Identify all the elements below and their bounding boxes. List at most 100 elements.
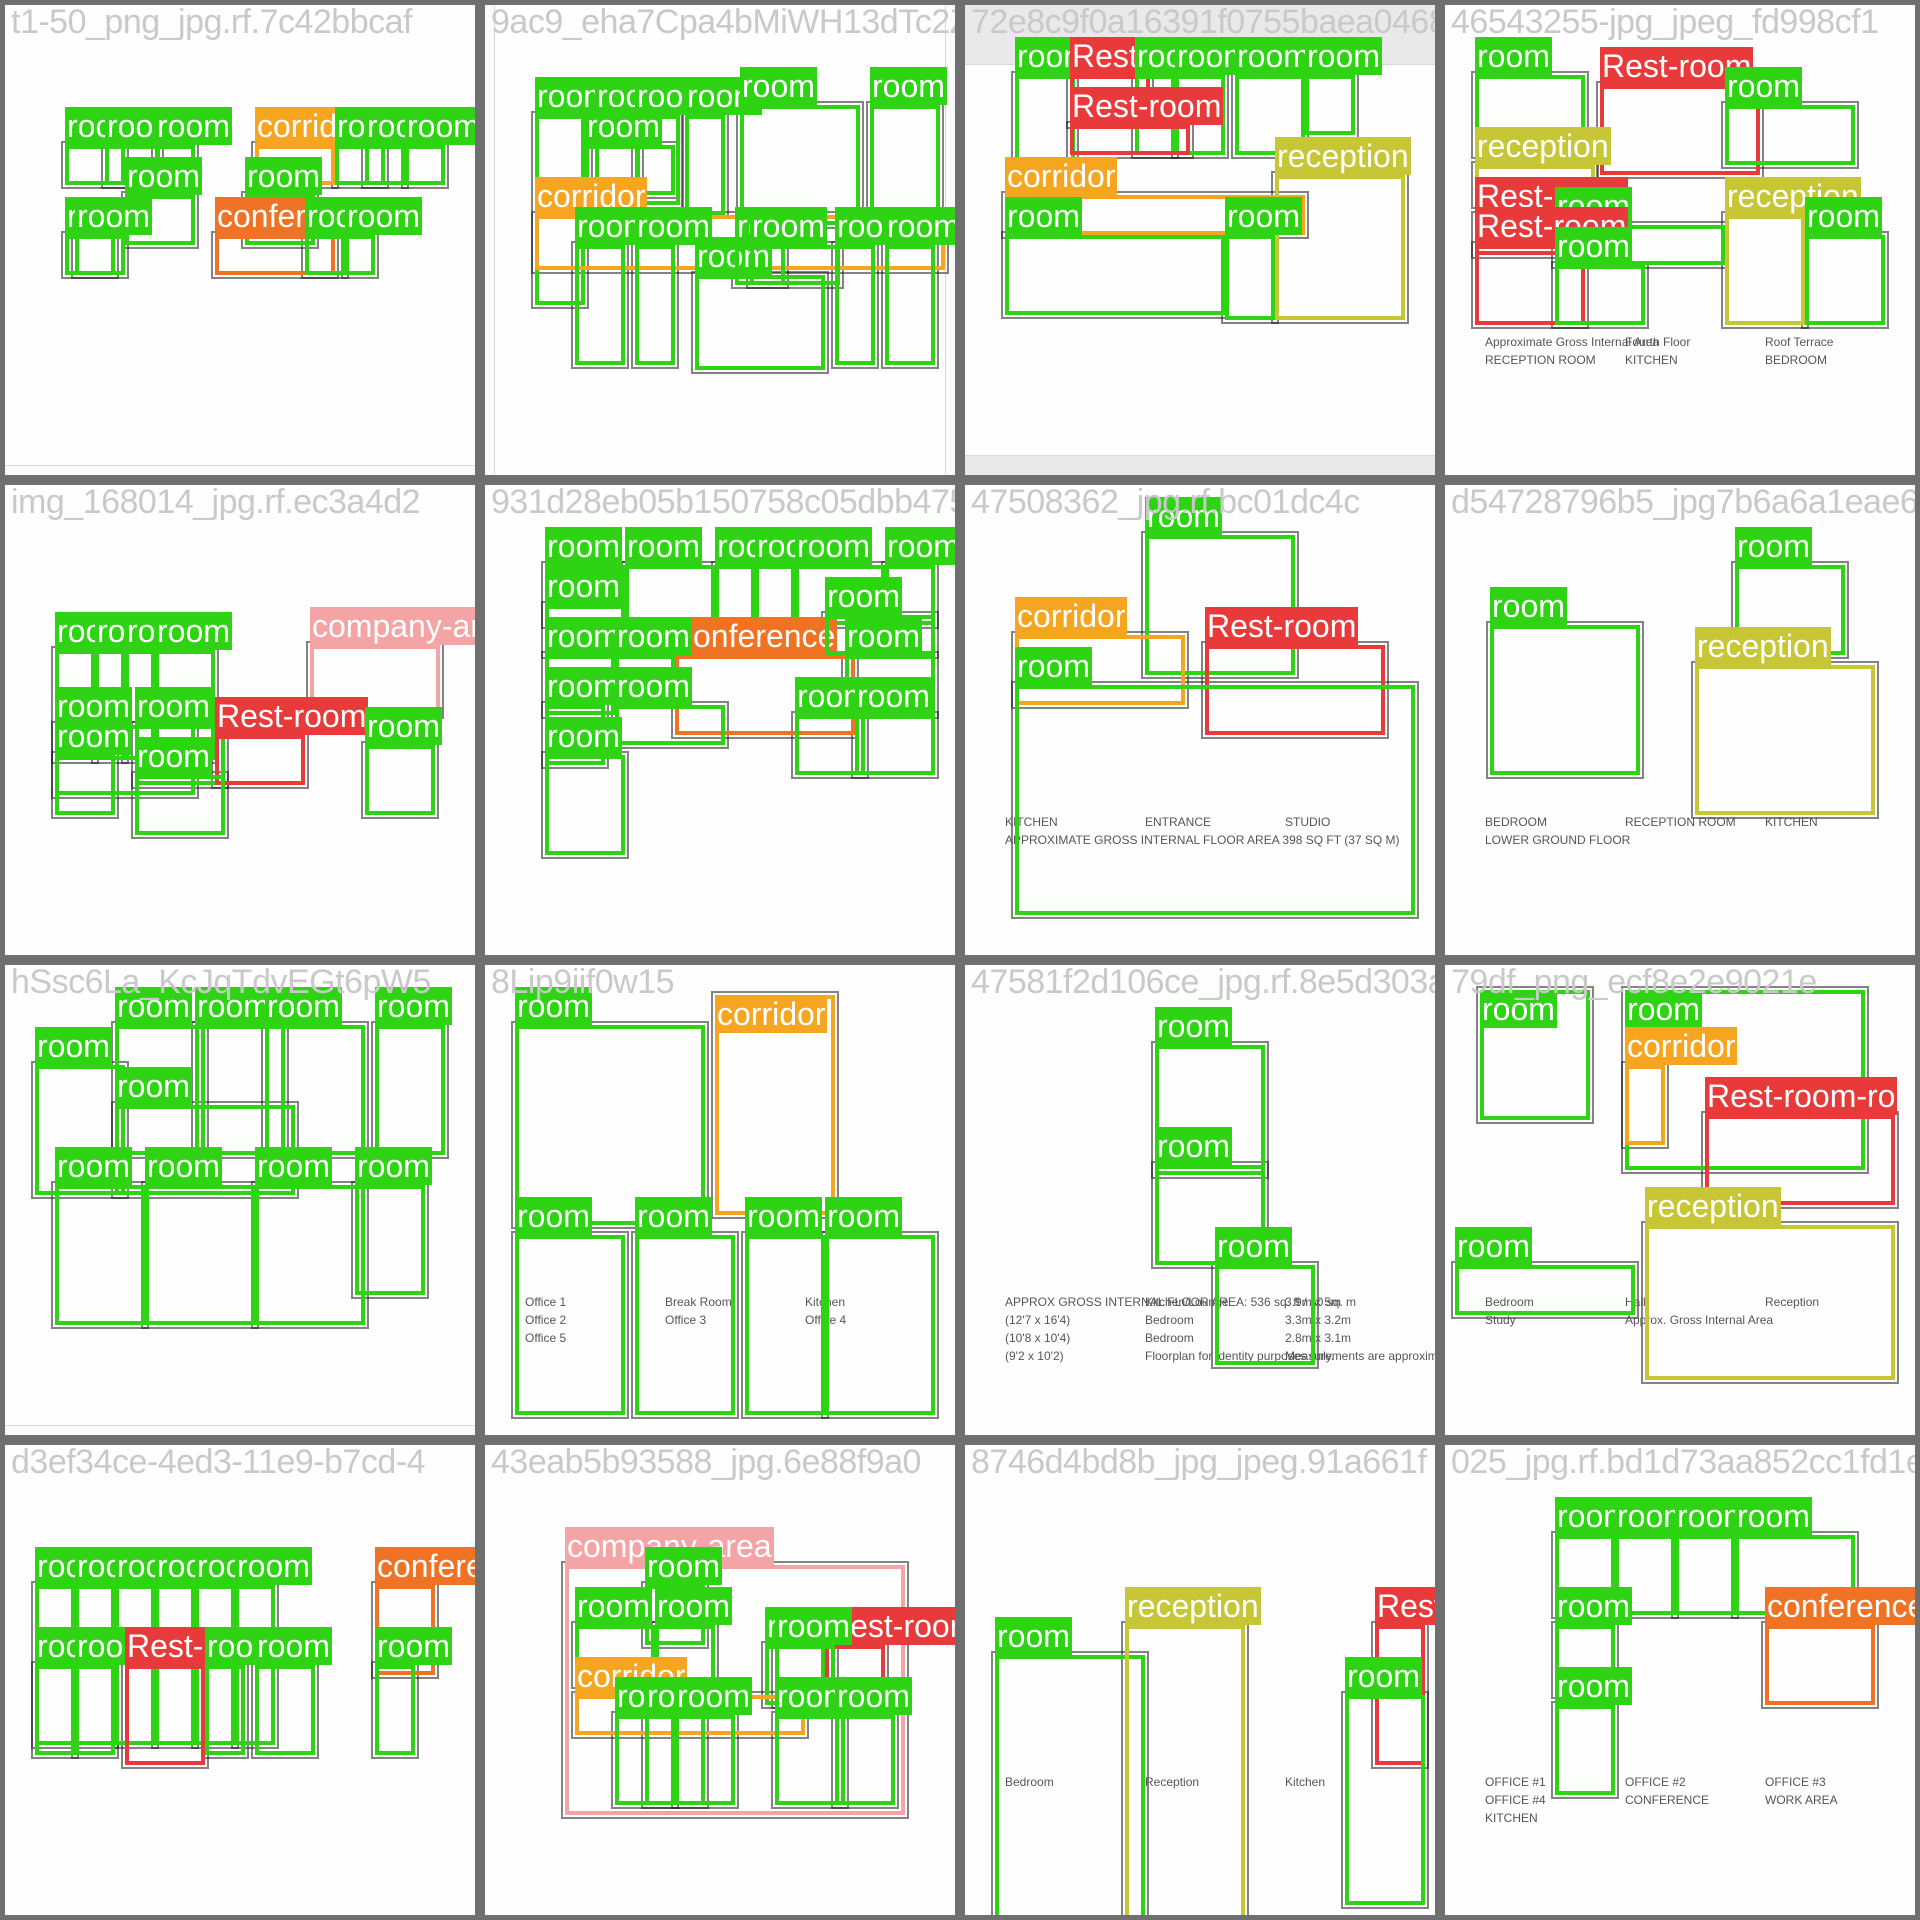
detection-box: room: [55, 717, 132, 815]
detection-box: room: [615, 667, 725, 745]
detection-label: room: [675, 1677, 752, 1715]
detection-label: room: [885, 527, 955, 565]
detection-box: reception: [1645, 1187, 1895, 1380]
detection-label: room: [235, 1547, 312, 1585]
floorplan-text: LOWER GROUND FLOOR: [1485, 833, 1631, 847]
detection-label: room: [825, 1197, 902, 1235]
detection-box: Rest-room: [1070, 87, 1224, 155]
detection-label: room: [515, 1197, 592, 1235]
detection-label: room: [795, 527, 872, 565]
detection-box: room: [745, 1197, 825, 1415]
floorplan-text: (12'7 x 16'4): [1005, 1313, 1071, 1327]
detection-box: room: [835, 207, 912, 365]
detection-label: room: [635, 1197, 712, 1235]
detection-box: room: [515, 987, 705, 1225]
mosaic-tile: 72e8c9f0a16391f0755baea04684320roomRest-…: [965, 5, 1435, 475]
detection-label: room: [35, 1027, 112, 1065]
mosaic-tile: img_168014_jpg.rf.ec3a4d2roomroomroomroo…: [5, 485, 475, 955]
detection-label: room: [405, 107, 475, 145]
detection-label: room: [1475, 37, 1552, 75]
detection-label: room: [835, 1677, 912, 1715]
detection-label: Rest-room: [1205, 607, 1359, 645]
detection-label: room: [1015, 647, 1092, 685]
detection-label: room: [870, 67, 947, 105]
detection-box: room: [825, 1197, 935, 1415]
detection-label: room: [740, 67, 817, 105]
detection-box: room: [75, 1627, 152, 1755]
detection-box: reception: [1725, 177, 1861, 325]
detection-label: room: [995, 1617, 1072, 1655]
detection-box: reception: [1125, 1587, 1261, 1915]
detection-label: company-area: [310, 607, 475, 645]
detection-label: room: [1725, 67, 1802, 105]
detection-label: reception: [1125, 1587, 1261, 1625]
detection-box: room: [355, 1147, 432, 1295]
floorplan-text: Roof Terrace: [1765, 335, 1834, 349]
detection-label: room: [645, 1547, 722, 1585]
mosaic-tile: hSsc6La_KcJqTdvEGt6pW5 room room room room ro…: [5, 965, 475, 1435]
detection-box: room: [515, 1197, 625, 1415]
detection-label: room: [375, 1627, 452, 1665]
detection-label: room: [825, 577, 902, 615]
floorplan-text: Study: [1485, 1313, 1516, 1327]
mosaic-tile: t1-50_png_jpg.rf.7c42bbcaf room room room co…: [5, 5, 475, 475]
detection-label: room: [1225, 197, 1302, 235]
detection-box: room: [135, 737, 225, 835]
tile-filename: 79df_png_ecf8e2e9021e: [1451, 965, 1817, 1001]
detection-label: room: [155, 612, 232, 650]
detection-label: room: [545, 527, 622, 565]
detection-box: room: [55, 1147, 145, 1325]
floorplan-text: (10'8 x 10'4): [1005, 1331, 1071, 1345]
floorplan-text: OFFICE #3: [1765, 1775, 1826, 1789]
detection-label: room: [255, 1627, 332, 1665]
detection-box: room: [870, 67, 947, 215]
detection-box: Rest-room: [215, 697, 369, 785]
detection-box: room: [345, 197, 422, 275]
detection-label: room: [1555, 227, 1632, 265]
detection-box: room: [1455, 1227, 1635, 1315]
tile-filename: 72e8c9f0a16391f0755baea04684320: [971, 5, 1435, 41]
detection-box: room: [375, 987, 452, 1155]
detection-label: reception: [1645, 1187, 1781, 1225]
detection-box: room: [405, 107, 475, 185]
detection-label: Rest-room: [215, 697, 369, 735]
floorplan-text: BEDROOM: [1765, 353, 1828, 367]
detection-box: room: [545, 717, 625, 855]
floorplan-text: OFFICE #2: [1625, 1775, 1686, 1789]
detection-label: corridor: [1625, 1027, 1738, 1065]
detection-label: room: [575, 1587, 652, 1625]
mosaic-tile: 9ac9_eha7Cpa4bMiWH13dTc2Z18qroomroomroom…: [485, 5, 955, 475]
floorplan-text: OFFICE #1: [1485, 1775, 1546, 1789]
detection-label: room: [615, 667, 692, 705]
detection-box: room: [1555, 227, 1645, 325]
detection-box: room: [145, 1147, 255, 1325]
detection-box: room: [575, 207, 652, 365]
detection-label: room: [1155, 1007, 1232, 1045]
detection-label: room: [750, 207, 827, 245]
detection-label: room: [545, 667, 622, 705]
tile-filename: 8746d4bd8b_jpg_jpeg.91a661f: [971, 1445, 1427, 1481]
detection-label: room: [1490, 587, 1567, 625]
detection-box: room: [305, 197, 382, 275]
detection-box: room: [1305, 37, 1382, 135]
detection-box: room: [1215, 1227, 1315, 1365]
detection-box: room: [1555, 1667, 1632, 1795]
detection-label: room: [355, 1147, 432, 1185]
tile-filename: d3ef34ce-4ed3-11e9-b7cd-4: [11, 1445, 426, 1481]
detection-label: room: [1555, 1667, 1632, 1705]
detection-label: room: [1305, 37, 1382, 75]
mosaic-tile: 025_jpg.rf.bd1d73aa852cc1fd1e OFFICE #1 OF…: [1445, 1445, 1915, 1915]
detection-label: room: [1735, 1497, 1812, 1535]
mosaic-tile: 46543255-jpg_jpeg_fd998cf1 Approximate Gr…: [1445, 5, 1915, 475]
detection-box: room: [835, 1677, 912, 1805]
detection-label: room: [115, 1067, 192, 1105]
detection-box: room: [715, 527, 792, 625]
detection-box: room: [1725, 67, 1855, 165]
tile-filename: 46543255-jpg_jpeg_fd998cf1: [1451, 5, 1879, 41]
floorplan-text: KITCHEN: [1765, 815, 1818, 829]
detection-label: room: [1735, 527, 1812, 565]
detection-box: room: [685, 77, 762, 215]
mosaic-tile: d54728796b5_jpg7b6a6a1eae6 BEDROOM RECEPTI…: [1445, 485, 1915, 955]
detection-label: room: [125, 157, 202, 195]
detection-box: Rest-room: [125, 1627, 279, 1765]
